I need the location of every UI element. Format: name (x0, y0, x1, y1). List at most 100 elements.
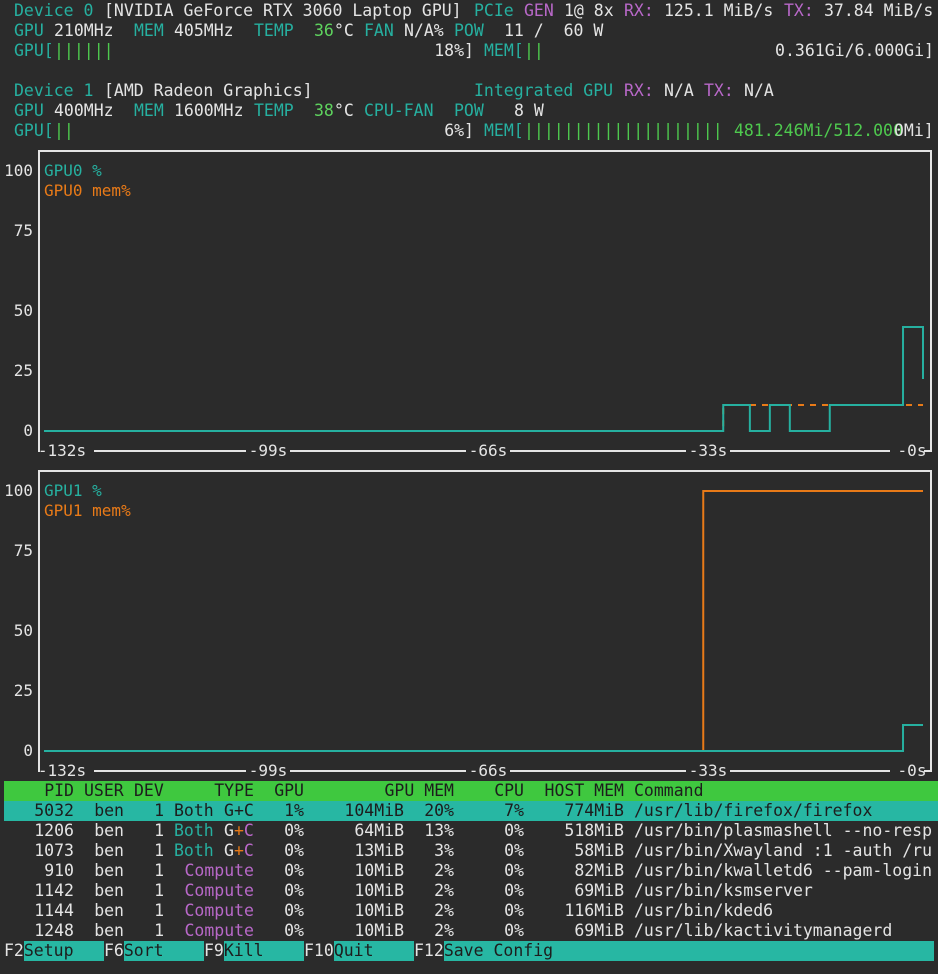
legend-util: GPU1 % (44, 481, 102, 500)
device1-label: Device 1 (14, 81, 94, 100)
device1-gpu-bar-label: GPU[ (14, 121, 54, 140)
series-line-mem (44, 404, 923, 432)
gpu1-chart: 100 75 50 25 0 -132s -99s -66s -33s -0s GPU1 %GPU1… (4, 470, 932, 780)
fan-label: FAN (364, 21, 394, 40)
gpu-mem-pct-cell: 2% (434, 881, 454, 900)
col-header-pid: PID (44, 781, 74, 800)
table-row[interactable]: 5032 ben 1 Both G+C 1% 104MiB 20% 7% 774MiB/usr/l… (0, 801, 938, 821)
device1-mem-value: 481.246Mi/512.000 (734, 121, 903, 140)
fkey-sort[interactable]: F6Sort (104, 941, 204, 961)
command-cell: /usr/bin/kded6 (634, 901, 774, 920)
pow-value: 11 / 60 W (504, 21, 604, 40)
fkey-kill[interactable]: F9Kill (204, 941, 304, 961)
command-cell: /usr/lib/kactivitymanagerd (634, 921, 893, 940)
legend-mem: GPU0 mem% (44, 181, 131, 200)
cpu-cell: 0% (504, 881, 524, 900)
device1-fan-label: CPU-FAN (364, 101, 434, 120)
col-header-dev: DEV (134, 781, 164, 800)
gpu-mem-cell: 13MiB (354, 841, 404, 860)
table-row[interactable]: 910 ben 1 Compute 0% 10MiB 2% 0% 82MiB/usr/bin/k… (0, 861, 938, 881)
dev-cell: 1 (154, 841, 164, 860)
device1-rx-value: N/A (664, 81, 694, 100)
cpu-cell: 0% (504, 841, 524, 860)
pid-cell: 1248 (34, 921, 74, 940)
fkey-label: Kill (223, 941, 304, 961)
fkey-key: F9 (204, 941, 224, 960)
user-cell: ben (94, 801, 124, 820)
legend-util: GPU0 % (44, 161, 102, 180)
pid-cell: 1144 (34, 901, 74, 920)
host-mem-cell: 774MiB (564, 801, 624, 820)
device1-name: [AMD Radeon Graphics] (104, 81, 313, 100)
gpu-mem-cell: 10MiB (354, 921, 404, 940)
type-cell-b: G+C (224, 841, 254, 860)
gpu-usage-pct: 18%] (434, 41, 474, 60)
gpu-cell: 1% (284, 801, 304, 820)
cpu-cell: 0% (504, 861, 524, 880)
pcie-label: PCIe (474, 1, 514, 20)
gpu-mem-cell: 10MiB (354, 901, 404, 920)
type-cell-a: Both (174, 801, 214, 820)
gpu-mem-cell: 10MiB (354, 861, 404, 880)
fkey-key: F10 (304, 941, 334, 960)
dev-cell: 1 (154, 821, 164, 840)
y-tick-label: 50 (14, 621, 33, 640)
gpu-cell: 0% (284, 881, 304, 900)
fkey-label: Save Config (443, 941, 934, 961)
command-cell: /usr/bin/plasmashell --no-resp (634, 821, 933, 840)
user-cell: ben (94, 881, 124, 900)
col-header-host-mem: HOST MEM (544, 781, 624, 800)
x-tick-label: -132s (38, 441, 86, 460)
y-tick-label: 0 (23, 421, 33, 440)
col-header-user: USER (84, 781, 124, 800)
col-header-cpu: CPU (494, 781, 524, 800)
y-tick-label: 75 (14, 221, 33, 240)
table-row[interactable]: 1248 ben 1 Compute 0% 10MiB 2% 0% 69MiB/usr/lib/… (0, 921, 938, 941)
x-tick-label: -0s (898, 761, 927, 780)
y-tick-label: 50 (14, 301, 33, 320)
device1-gpu-bar: || (54, 121, 74, 140)
y-tick-label: 75 (14, 541, 33, 560)
type-cell-a: Both (174, 841, 214, 860)
rx-value: 125.1 MiB/s (664, 1, 774, 20)
x-tick-label: -99s (249, 441, 288, 460)
host-mem-cell: 518MiB (564, 821, 624, 840)
col-header-command: Command (634, 781, 704, 800)
pid-cell: 1142 (34, 881, 74, 900)
gpu-mem-cell: 104MiB (344, 801, 404, 820)
dev-cell: 1 (154, 921, 164, 940)
fkey-setup[interactable]: F2Setup (4, 941, 104, 961)
table-header-row[interactable]: PID USER DEV TYPE GPU GPU MEM CPU HOST MEM Comma… (0, 781, 938, 801)
type-cell-b: G+C (224, 801, 254, 820)
type-cell: Compute (184, 921, 254, 940)
gpu-mem-pct-cell: 20% (424, 801, 454, 820)
temp-value: 36 (314, 21, 334, 40)
legend-mem: GPU1 mem% (44, 501, 131, 520)
table-row[interactable]: 1144 ben 1 Compute 0% 10MiB 2% 0% 116MiB/usr/bin… (0, 901, 938, 921)
fkey-quit[interactable]: F10Quit (304, 941, 414, 961)
gpu-cell: 0% (284, 841, 304, 860)
device1-gpu-clock: 400MHz (54, 101, 114, 120)
gpu-cell: 0% (284, 861, 304, 880)
host-mem-cell: 69MiB (574, 881, 624, 900)
device1-pow-label: POW (454, 101, 484, 120)
x-tick-label: -132s (38, 761, 86, 780)
temp-label: TEMP (254, 21, 294, 40)
command-cell: /usr/lib/firefox/firefox (634, 801, 873, 820)
col-header-gpu: GPU (274, 781, 304, 800)
command-cell: /usr/bin/ksmserver (634, 881, 813, 900)
fkey-label: Sort (123, 941, 204, 961)
device1-temp-label: TEMP (254, 101, 294, 120)
mem-clock-label: MEM (134, 21, 164, 40)
table-row[interactable]: 1142 ben 1 Compute 0% 10MiB 2% 0% 69MiB/usr/bin/… (0, 881, 938, 901)
gpu-mem-pct-cell: 2% (434, 861, 454, 880)
y-tick-label: 100 (4, 161, 33, 180)
x-tick-label: -33s (689, 761, 728, 780)
table-row[interactable]: 1073 ben 1 Both G+C 0% 13MiB 3% 0% 58MiB/usr/bin/… (0, 841, 938, 861)
gpu-mem-cell: 64MiB (354, 821, 404, 840)
fkey-save-config[interactable]: F12Save Config (414, 941, 934, 961)
table-row[interactable]: 1206 ben 1 Both G+C 0% 64MiB 13% 0% 518MiB/usr/bi… (0, 821, 938, 841)
device1-rx-label: RX: (624, 81, 654, 100)
col-header-gpu-mem: GPU MEM (384, 781, 454, 800)
gen-label: GEN (524, 1, 554, 20)
